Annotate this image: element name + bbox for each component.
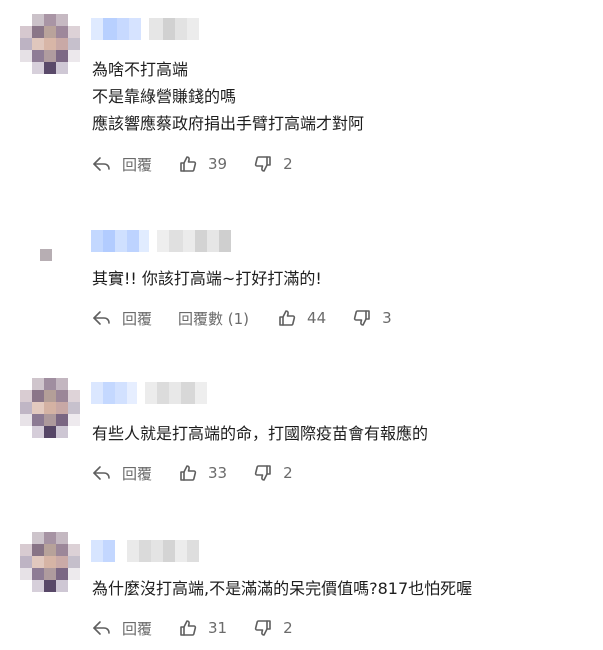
like-count: 33	[208, 464, 228, 482]
comment-text: 為什麼沒打高端,不是滿滿的呆完價值嗎?817也怕死喔	[92, 575, 472, 602]
comment-text: 有些人就是打高端的命，打國際疫苗會有報應的	[92, 420, 428, 447]
username-blurred[interactable]	[91, 230, 231, 252]
avatar[interactable]	[20, 532, 80, 592]
dislike-count: 2	[283, 619, 293, 637]
dislike-button[interactable]: 2	[253, 618, 293, 638]
reply-arrow-icon	[93, 621, 110, 635]
thumbs-up-icon	[180, 465, 197, 481]
reply-label: 回覆	[122, 464, 153, 483]
dislike-button[interactable]: 2	[253, 154, 293, 174]
reply-arrow-icon	[93, 311, 110, 325]
username-blurred[interactable]	[91, 540, 199, 562]
username-blurred[interactable]	[91, 382, 207, 404]
thumbs-down-icon	[353, 310, 370, 326]
reply-label: 回覆	[122, 155, 153, 174]
reply-label: 回覆	[122, 309, 153, 328]
comment-line: 為啥不打高端	[92, 60, 189, 79]
dislike-count: 2	[283, 464, 293, 482]
comment-line: 為什麼沒打高端,不是滿滿的呆完價值嗎?817也怕死喔	[92, 579, 473, 598]
reply-button[interactable]: 回覆	[92, 618, 152, 639]
replies-count-label: 回覆數 (1)	[178, 309, 250, 328]
thumbs-down-icon	[254, 465, 271, 481]
comment-line: 其實!! 你該打高端~打好打滿的!	[92, 269, 322, 288]
comment-line: 不是靠綠營賺錢的嗎	[92, 87, 237, 106]
action-bar: 回覆 39 2	[92, 154, 319, 174]
comment-line: 應該響應蔡政府捐出手臂打高端才對阿	[92, 114, 365, 133]
view-replies-button[interactable]: 回覆數 (1)	[178, 308, 249, 329]
avatar[interactable]	[20, 14, 80, 74]
like-button[interactable]: 39	[178, 154, 227, 174]
thumbs-down-icon	[254, 620, 271, 636]
action-bar: 回覆 31 2	[92, 618, 319, 638]
like-button[interactable]: 44	[277, 308, 326, 328]
comment-line: 有些人就是打高端的命，打國際疫苗會有報應的	[92, 424, 429, 443]
like-button[interactable]: 31	[178, 618, 227, 638]
comment-text: 其實!! 你該打高端~打好打滿的!	[92, 265, 322, 292]
reply-button[interactable]: 回覆	[92, 154, 152, 175]
reply-label: 回覆	[122, 619, 153, 638]
avatar[interactable]	[40, 249, 52, 261]
thumbs-down-icon	[254, 156, 271, 172]
thumbs-up-icon	[180, 156, 197, 172]
dislike-button[interactable]: 3	[352, 308, 392, 328]
thumbs-up-icon	[180, 620, 197, 636]
reply-button[interactable]: 回覆	[92, 308, 152, 329]
dislike-button[interactable]: 2	[253, 463, 293, 483]
thumbs-up-icon	[279, 310, 296, 326]
username-blurred[interactable]	[91, 18, 199, 40]
like-count: 44	[307, 309, 327, 327]
dislike-count: 3	[382, 309, 392, 327]
action-bar: 回覆 回覆數 (1) 44 3	[92, 308, 418, 328]
reply-arrow-icon	[93, 157, 110, 171]
action-bar: 回覆 33 2	[92, 463, 319, 483]
like-count: 31	[208, 619, 228, 637]
comment-text: 為啥不打高端 不是靠綠營賺錢的嗎 應該響應蔡政府捐出手臂打高端才對阿	[92, 56, 364, 137]
like-button[interactable]: 33	[178, 463, 227, 483]
reply-arrow-icon	[93, 466, 110, 480]
like-count: 39	[208, 155, 228, 173]
avatar[interactable]	[20, 378, 80, 438]
dislike-count: 2	[283, 155, 293, 173]
reply-button[interactable]: 回覆	[92, 463, 152, 484]
